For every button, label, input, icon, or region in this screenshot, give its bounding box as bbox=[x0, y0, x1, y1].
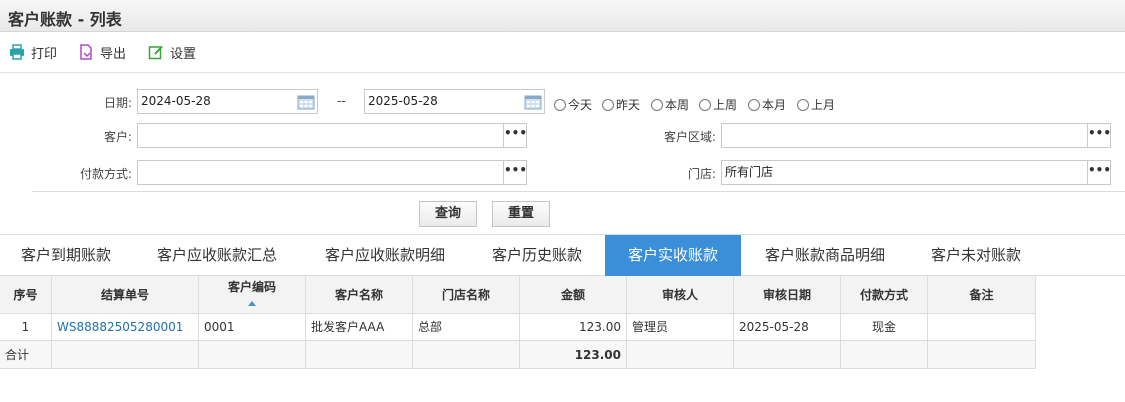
customer-input[interactable] bbox=[137, 123, 504, 148]
radio-label: 上月 bbox=[811, 98, 836, 112]
summary-cell bbox=[199, 341, 306, 369]
date-separator: -- bbox=[337, 94, 346, 108]
radio-today[interactable]: 今天 bbox=[554, 96, 592, 113]
tab-due-accounts[interactable]: 客户到期账款 bbox=[0, 235, 132, 276]
region-input[interactable] bbox=[721, 123, 1088, 148]
column-header-customer-name[interactable]: 客户名称 bbox=[306, 276, 413, 314]
reset-button[interactable]: 重置 bbox=[492, 201, 550, 227]
column-header-label: 客户编码 bbox=[227, 280, 276, 294]
radio-circle bbox=[554, 98, 566, 111]
print-button[interactable]: 打印 bbox=[8, 42, 57, 62]
radio-circle bbox=[699, 98, 711, 111]
radio-this-month[interactable]: 本月 bbox=[748, 96, 786, 113]
query-button[interactable]: 查询 bbox=[419, 201, 477, 227]
column-header-store-name[interactable]: 门店名称 bbox=[413, 276, 520, 314]
radio-label: 本周 bbox=[665, 98, 690, 112]
date-from-input[interactable]: 2024-05-28 bbox=[137, 89, 318, 114]
column-header-payment-method[interactable]: 付款方式 bbox=[841, 276, 928, 314]
title-bar: 客户账款 - 列表 bbox=[0, 0, 1125, 32]
table-cell-amount: 123.00 bbox=[520, 314, 627, 341]
customer-label: 客户: bbox=[103, 130, 132, 144]
column-header-reviewer[interactable]: 审核人 bbox=[627, 276, 734, 314]
toolbar: 打印 导出 设置 bbox=[0, 33, 1125, 73]
tab-receivable-detail[interactable]: 客户应收账款明细 bbox=[302, 235, 468, 276]
store-label: 门店: bbox=[687, 167, 716, 181]
tab-received-accounts[interactable]: 客户实收账款 bbox=[605, 235, 741, 276]
settle-no-link[interactable]: WS88882505280001 bbox=[52, 314, 199, 341]
page-title: 客户账款 - 列表 bbox=[8, 10, 122, 29]
radio-last-week[interactable]: 上周 bbox=[699, 96, 737, 113]
radio-circle bbox=[651, 98, 663, 111]
store-picker-button[interactable]: ••• bbox=[1087, 160, 1111, 185]
radio-yesterday[interactable]: 昨天 bbox=[602, 96, 640, 113]
radio-this-week[interactable]: 本周 bbox=[651, 96, 689, 113]
printer-icon bbox=[8, 43, 26, 61]
radio-circle bbox=[602, 98, 614, 111]
radio-circle bbox=[748, 98, 760, 111]
sort-ascending-icon bbox=[248, 301, 256, 306]
date-to-input[interactable]: 2025-05-28 bbox=[364, 89, 545, 114]
print-label: 打印 bbox=[31, 46, 58, 62]
column-header-settle-no[interactable]: 结算单号 bbox=[52, 276, 199, 314]
table-cell-index: 1 bbox=[0, 314, 52, 341]
report-tabs: 客户到期账款 客户应收账款汇总 客户应收账款明细 客户历史账款 客户实收账款 客… bbox=[0, 234, 1125, 276]
summary-cell bbox=[841, 341, 928, 369]
summary-cell bbox=[928, 341, 1036, 369]
radio-circle bbox=[797, 98, 809, 111]
summary-cell bbox=[734, 341, 841, 369]
summary-label: 合计 bbox=[0, 341, 52, 369]
radio-label: 上周 bbox=[713, 98, 738, 112]
summary-cell bbox=[627, 341, 734, 369]
settings-label: 设置 bbox=[170, 46, 197, 62]
radio-label: 昨天 bbox=[616, 98, 641, 112]
summary-cell bbox=[306, 341, 413, 369]
edit-icon bbox=[147, 43, 165, 61]
export-icon bbox=[77, 43, 95, 61]
tab-account-goods-detail[interactable]: 客户账款商品明细 bbox=[744, 235, 906, 276]
radio-last-month[interactable]: 上月 bbox=[797, 96, 835, 113]
customer-picker-button[interactable]: ••• bbox=[503, 123, 527, 148]
table-cell-payment-method: 现金 bbox=[841, 314, 928, 341]
tab-unreconciled[interactable]: 客户未对账款 bbox=[911, 235, 1041, 276]
radio-label: 今天 bbox=[568, 98, 593, 112]
summary-cell bbox=[413, 341, 520, 369]
table-cell-remark bbox=[928, 314, 1036, 341]
date-label: 日期: bbox=[103, 96, 132, 110]
tab-history-accounts[interactable]: 客户历史账款 bbox=[472, 235, 602, 276]
table-cell-customer-name: 批发客户AAA bbox=[306, 314, 413, 341]
store-input[interactable]: 所有门店 bbox=[721, 160, 1088, 185]
column-header-amount[interactable]: 金额 bbox=[520, 276, 627, 314]
payment-input[interactable] bbox=[137, 160, 504, 185]
settings-button[interactable]: 设置 bbox=[147, 42, 196, 62]
column-header-remark[interactable]: 备注 bbox=[928, 276, 1036, 314]
summary-cell bbox=[52, 341, 199, 369]
region-label: 客户区域: bbox=[663, 130, 716, 144]
radio-label: 本月 bbox=[762, 98, 787, 112]
tab-receivable-summary[interactable]: 客户应收账款汇总 bbox=[136, 235, 298, 276]
calendar-icon[interactable] bbox=[521, 89, 545, 114]
table-cell-review-date: 2025-05-28 bbox=[734, 314, 841, 341]
export-button[interactable]: 导出 bbox=[77, 42, 126, 62]
column-header-review-date[interactable]: 审核日期 bbox=[734, 276, 841, 314]
export-label: 导出 bbox=[100, 46, 127, 62]
summary-amount: 123.00 bbox=[520, 341, 627, 369]
table-cell-reviewer: 管理员 bbox=[627, 314, 734, 341]
calendar-icon[interactable] bbox=[294, 89, 318, 114]
table-cell-customer-code: 0001 bbox=[199, 314, 306, 341]
divider bbox=[32, 191, 1125, 192]
payment-label: 付款方式: bbox=[79, 167, 132, 181]
region-picker-button[interactable]: ••• bbox=[1087, 123, 1111, 148]
table-cell-store-name: 总部 bbox=[413, 314, 520, 341]
column-header-customer-code[interactable]: 客户编码 bbox=[199, 276, 306, 314]
payment-picker-button[interactable]: ••• bbox=[503, 160, 527, 185]
column-header-index[interactable]: 序号 bbox=[0, 276, 52, 314]
